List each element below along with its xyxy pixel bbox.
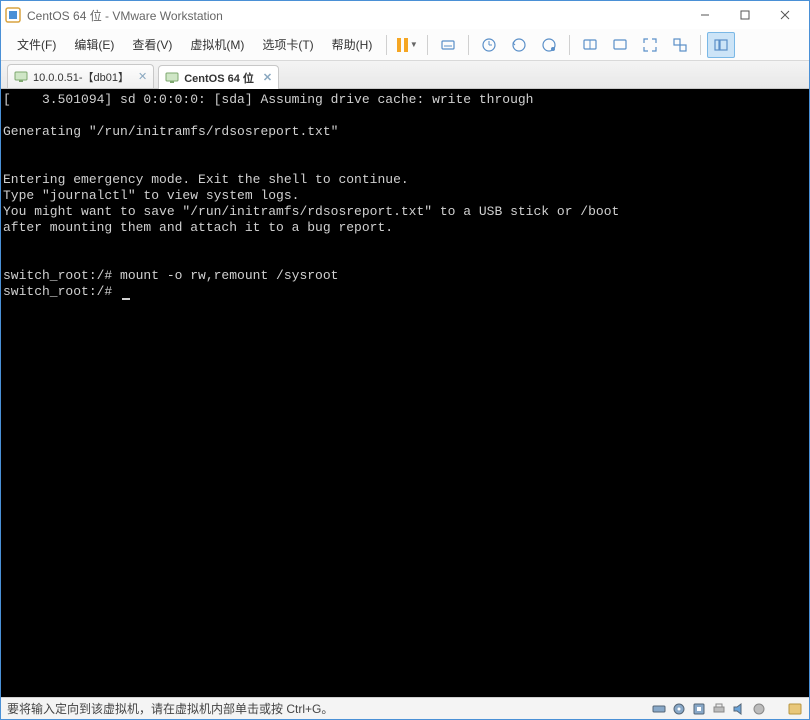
library-button[interactable] (707, 32, 735, 58)
tab-centos[interactable]: CentOS 64 位 ✕ (158, 65, 279, 89)
network-adapter-icon[interactable] (691, 701, 707, 717)
terminal-line: after mounting them and attach it to a b… (3, 220, 393, 235)
menu-edit[interactable]: 编辑(E) (66, 32, 122, 57)
main-window: CentOS 64 位 - VMware Workstation 文件(F) 编… (0, 0, 810, 720)
clock-manage-icon (541, 37, 557, 53)
usb-icon[interactable] (751, 701, 767, 717)
send-keys-button[interactable] (434, 32, 462, 58)
unity-button[interactable] (666, 32, 694, 58)
minimize-button[interactable] (685, 1, 725, 29)
separator (569, 35, 570, 55)
monitor-split-icon (582, 37, 598, 53)
cd-dvd-icon[interactable] (671, 701, 687, 717)
cursor (122, 298, 130, 300)
terminal-line: switch_root:/# (3, 284, 120, 299)
terminal-line: [ 3.501094] sd 0:0:0:0: [sda] Assuming d… (3, 92, 534, 107)
tab-label: 10.0.0.51-【db01】 (33, 69, 129, 85)
view-single-button[interactable] (606, 32, 634, 58)
window-title: CentOS 64 位 - VMware Workstation (27, 7, 685, 24)
separator (427, 35, 428, 55)
separator (468, 35, 469, 55)
view-console-button[interactable] (576, 32, 604, 58)
tab-label: CentOS 64 位 (184, 70, 254, 86)
maximize-button[interactable] (725, 1, 765, 29)
printer-icon[interactable] (711, 701, 727, 717)
menu-vm[interactable]: 虚拟机(M) (182, 32, 252, 57)
tab-bar: 10.0.0.51-【db01】 ✕ CentOS 64 位 ✕ (1, 61, 809, 89)
message-log-icon[interactable] (787, 701, 803, 717)
vm-icon (14, 70, 28, 84)
statusbar: 要将输入定向到该虚拟机，请在虚拟机内部单击或按 Ctrl+G。 (1, 697, 809, 719)
fullscreen-icon (642, 37, 658, 53)
tab-db01[interactable]: 10.0.0.51-【db01】 ✕ (7, 64, 154, 88)
menu-tabs[interactable]: 选项卡(T) (254, 32, 321, 57)
terminal-line: Type "journalctl" to view system logs. (3, 188, 299, 203)
clock-back-icon (511, 37, 527, 53)
menu-help[interactable]: 帮助(H) (324, 32, 381, 57)
close-icon[interactable]: ✕ (263, 71, 272, 84)
separator (386, 35, 387, 55)
sound-card-icon[interactable] (731, 701, 747, 717)
terminal-line: Entering emergency mode. Exit the shell … (3, 172, 409, 187)
snapshot-button[interactable] (475, 32, 503, 58)
chevron-down-icon: ▼ (410, 40, 418, 49)
unity-icon (672, 37, 688, 53)
monitor-icon (612, 37, 628, 53)
menubar: 文件(F) 编辑(E) 查看(V) 虚拟机(M) 选项卡(T) 帮助(H) ▼ (1, 29, 809, 61)
titlebar: CentOS 64 位 - VMware Workstation (1, 1, 809, 29)
clock-icon (481, 37, 497, 53)
status-text: 要将输入定向到该虚拟机，请在虚拟机内部单击或按 Ctrl+G。 (7, 700, 651, 717)
hard-disk-icon[interactable] (651, 701, 667, 717)
pause-button[interactable]: ▼ (393, 32, 421, 58)
menu-file[interactable]: 文件(F) (9, 32, 64, 57)
power-tool-group: ▼ (393, 32, 421, 58)
terminal-line: You might want to save "/run/initramfs/r… (3, 204, 619, 219)
fullscreen-button[interactable] (636, 32, 664, 58)
manage-snapshots-button[interactable] (535, 32, 563, 58)
terminal-line: Generating "/run/initramfs/rdsosreport.t… (3, 124, 338, 139)
terminal-line: switch_root:/# mount -o rw,remount /sysr… (3, 268, 338, 283)
app-icon (5, 7, 21, 23)
close-button[interactable] (765, 1, 805, 29)
library-icon (713, 37, 729, 53)
pause-icon (397, 38, 408, 52)
vm-icon (165, 71, 179, 85)
device-status-icons (651, 701, 803, 717)
menu-view[interactable]: 查看(V) (124, 32, 180, 57)
separator (700, 35, 701, 55)
window-controls (685, 1, 805, 29)
revert-snapshot-button[interactable] (505, 32, 533, 58)
keyboard-icon (440, 37, 456, 53)
close-icon[interactable]: ✕ (138, 70, 147, 83)
terminal-console[interactable]: [ 3.501094] sd 0:0:0:0: [sda] Assuming d… (1, 89, 809, 697)
